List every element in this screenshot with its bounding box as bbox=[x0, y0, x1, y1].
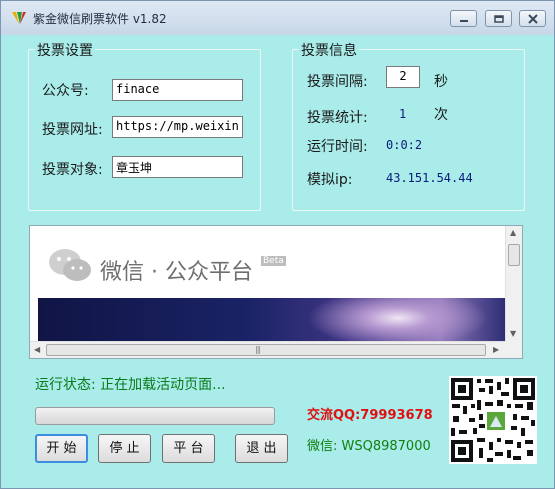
progress-bar bbox=[35, 407, 275, 425]
app-window: 紫金微信刷票软件 v1.82 投票设置 公众号: finace 投票网址: ht… bbox=[0, 0, 555, 489]
scroll-down-icon[interactable]: ▼ bbox=[510, 329, 516, 338]
scroll-up-icon[interactable]: ▲ bbox=[510, 228, 516, 237]
stop-button[interactable]: 停 止 bbox=[98, 434, 151, 463]
restore-button[interactable] bbox=[485, 10, 512, 27]
close-icon bbox=[528, 14, 538, 24]
wechat-platform-heading: 微信 · 公众平台 bbox=[100, 260, 253, 285]
platform-button[interactable]: 平 台 bbox=[162, 434, 215, 463]
exit-button[interactable]: 退 出 bbox=[235, 434, 288, 463]
scroll-right-icon[interactable]: ▶ bbox=[493, 345, 499, 354]
vote-settings-title: 投票设置 bbox=[35, 40, 95, 60]
minimize-icon bbox=[460, 20, 468, 22]
vertical-scrollbar[interactable]: ▲ ▼ bbox=[505, 226, 522, 342]
url-input[interactable]: https://mp.weixin bbox=[112, 116, 243, 138]
qr-code-image bbox=[449, 376, 537, 464]
account-label: 公众号: bbox=[42, 83, 89, 99]
interval-unit: 秒 bbox=[434, 74, 448, 90]
start-button[interactable]: 开 始 bbox=[35, 434, 88, 463]
runtime-label: 运行时间: bbox=[307, 139, 368, 155]
horizontal-scroll-thumb[interactable]: ||| bbox=[46, 344, 486, 356]
count-label: 投票统计: bbox=[307, 110, 368, 126]
scroll-left-icon[interactable]: ◀ bbox=[34, 345, 40, 354]
wechat-contact: 微信: WSQ8987000 bbox=[307, 439, 431, 454]
close-button[interactable] bbox=[519, 10, 546, 27]
window-title: 紫金微信刷票软件 v1.82 bbox=[33, 12, 167, 26]
runtime-value: 0:0:2 bbox=[386, 138, 423, 152]
count-unit: 次 bbox=[434, 107, 448, 123]
ip-value: 43.151.54.44 bbox=[386, 171, 473, 185]
restore-icon bbox=[494, 15, 504, 23]
qq-contact: 交流QQ:79993678 bbox=[307, 408, 433, 423]
scrollbar-corner bbox=[505, 341, 522, 358]
minimize-button[interactable] bbox=[450, 10, 477, 27]
wechat-logo-icon bbox=[49, 249, 91, 281]
count-value: 1 bbox=[399, 107, 407, 121]
vertical-scroll-thumb[interactable] bbox=[508, 244, 520, 266]
url-label: 投票网址: bbox=[42, 122, 103, 138]
vote-info-title: 投票信息 bbox=[299, 40, 359, 60]
run-status-text: 运行状态: 正在加载活动页面... bbox=[35, 377, 226, 393]
title-bar[interactable]: 紫金微信刷票软件 v1.82 bbox=[1, 1, 554, 35]
app-logo-icon bbox=[12, 12, 26, 24]
horizontal-scrollbar[interactable]: ◀ ||| ▶ bbox=[30, 341, 507, 358]
interval-label: 投票间隔: bbox=[307, 74, 368, 90]
ip-label: 模拟ip: bbox=[307, 172, 353, 188]
beta-badge: Beta bbox=[261, 256, 286, 266]
target-label: 投票对象: bbox=[42, 162, 103, 178]
banner-image bbox=[38, 298, 506, 342]
target-input[interactable]: 章玉坤 bbox=[112, 156, 243, 178]
account-input[interactable]: finace bbox=[112, 79, 243, 101]
interval-input[interactable]: 2 bbox=[386, 66, 420, 88]
embedded-browser[interactable]: 微信 · 公众平台 Beta ▲ ▼ ◀ ||| ▶ bbox=[29, 225, 523, 359]
scroll-grip-icon: ||| bbox=[255, 345, 261, 354]
